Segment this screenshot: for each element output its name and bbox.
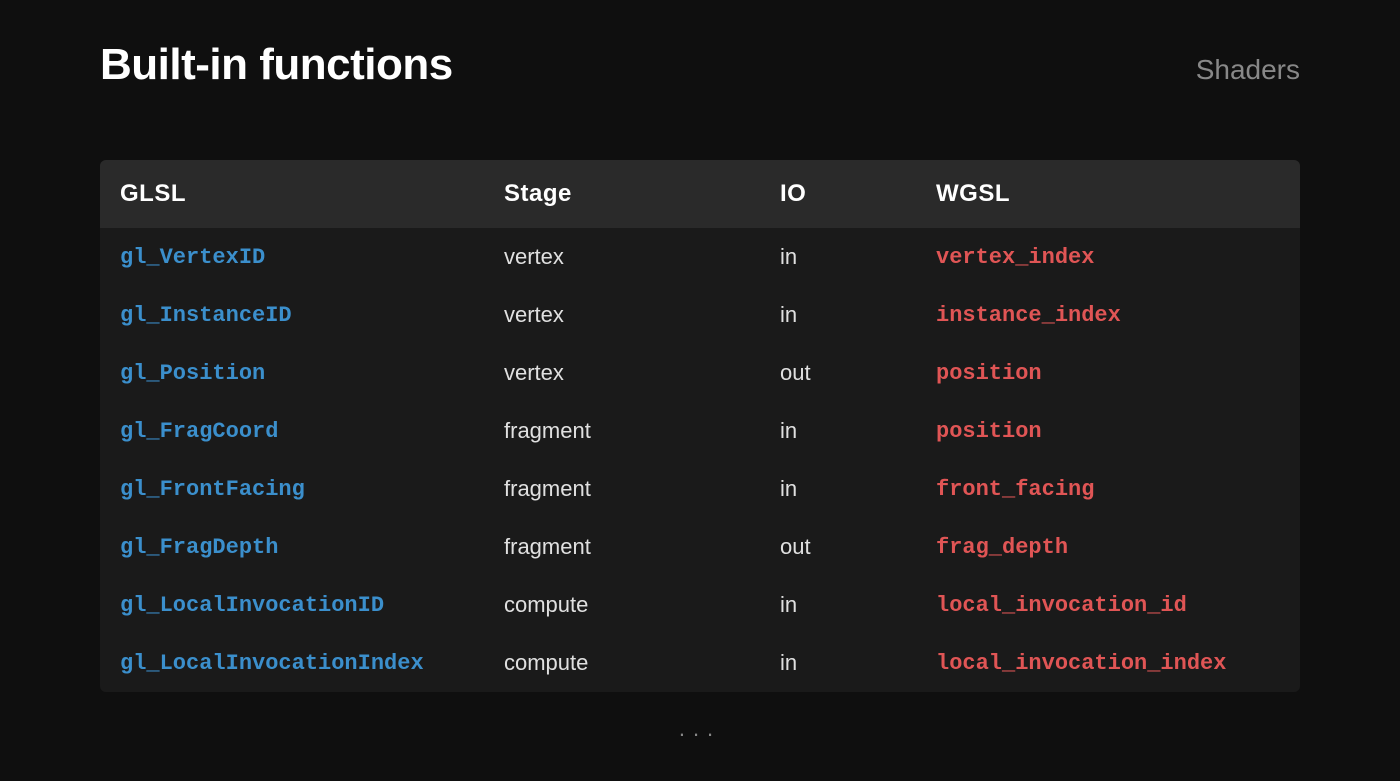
glsl-cell: gl_Position <box>100 344 484 402</box>
col-stage: Stage <box>484 160 760 228</box>
stage-cell: fragment <box>484 518 760 576</box>
wgsl-cell: vertex_index <box>916 228 1300 286</box>
builtins-table: GLSL Stage IO WGSL gl_VertexIDvertexinve… <box>100 160 1300 692</box>
builtins-table-container: GLSL Stage IO WGSL gl_VertexIDvertexinve… <box>100 160 1300 692</box>
table-body: gl_VertexIDvertexinvertex_indexgl_Instan… <box>100 228 1300 692</box>
glsl-cell: gl_FrontFacing <box>100 460 484 518</box>
stage-cell: vertex <box>484 286 760 344</box>
stage-cell: vertex <box>484 344 760 402</box>
glsl-cell: gl_LocalInvocationIndex <box>100 634 484 692</box>
glsl-cell: gl_FragCoord <box>100 402 484 460</box>
stage-cell: fragment <box>484 402 760 460</box>
slide-header: Built-in functions Shaders <box>100 40 1300 90</box>
wgsl-cell: position <box>916 402 1300 460</box>
col-wgsl: WGSL <box>916 160 1300 228</box>
io-cell: out <box>760 344 916 402</box>
stage-cell: vertex <box>484 228 760 286</box>
table-row: gl_LocalInvocationIDcomputeinlocal_invoc… <box>100 576 1300 634</box>
table-row: gl_InstanceIDvertexininstance_index <box>100 286 1300 344</box>
glsl-cell: gl_FragDepth <box>100 518 484 576</box>
stage-cell: compute <box>484 576 760 634</box>
table-row: gl_FragCoordfragmentinposition <box>100 402 1300 460</box>
io-cell: in <box>760 228 916 286</box>
io-cell: in <box>760 286 916 344</box>
wgsl-cell: position <box>916 344 1300 402</box>
io-cell: in <box>760 634 916 692</box>
glsl-cell: gl_VertexID <box>100 228 484 286</box>
slide-title: Built-in functions <box>100 40 453 90</box>
col-io: IO <box>760 160 916 228</box>
stage-cell: fragment <box>484 460 760 518</box>
ellipsis-indicator: ... <box>100 692 1300 742</box>
glsl-cell: gl_LocalInvocationID <box>100 576 484 634</box>
table-row: gl_VertexIDvertexinvertex_index <box>100 228 1300 286</box>
col-glsl: GLSL <box>100 160 484 228</box>
table-row: gl_Positionvertexoutposition <box>100 344 1300 402</box>
slide-subtitle: Shaders <box>1196 54 1300 86</box>
wgsl-cell: front_facing <box>916 460 1300 518</box>
table-row: gl_LocalInvocationIndexcomputeinlocal_in… <box>100 634 1300 692</box>
glsl-cell: gl_InstanceID <box>100 286 484 344</box>
io-cell: out <box>760 518 916 576</box>
io-cell: in <box>760 460 916 518</box>
table-header: GLSL Stage IO WGSL <box>100 160 1300 228</box>
wgsl-cell: instance_index <box>916 286 1300 344</box>
wgsl-cell: frag_depth <box>916 518 1300 576</box>
io-cell: in <box>760 402 916 460</box>
table-row: gl_FragDepthfragmentoutfrag_depth <box>100 518 1300 576</box>
table-row: gl_FrontFacingfragmentinfront_facing <box>100 460 1300 518</box>
wgsl-cell: local_invocation_index <box>916 634 1300 692</box>
stage-cell: compute <box>484 634 760 692</box>
wgsl-cell: local_invocation_id <box>916 576 1300 634</box>
io-cell: in <box>760 576 916 634</box>
